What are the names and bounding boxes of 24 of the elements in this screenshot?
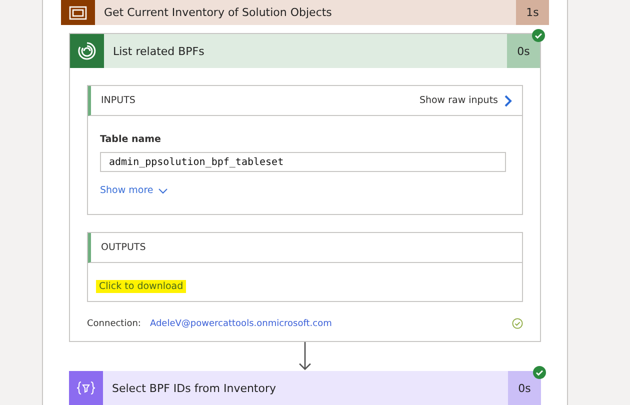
flow-arrow xyxy=(297,342,313,371)
show-more-link[interactable]: Show more xyxy=(100,185,510,196)
action-title: Select BPF IDs from Inventory xyxy=(111,380,278,396)
table-name-field: admin_ppsolution_bpf_tableset xyxy=(100,152,506,172)
action-header[interactable]: Get Current Inventory of Solution Objects 1s xyxy=(61,0,549,25)
action-title: List related BPFs xyxy=(112,44,206,60)
swirl-icon xyxy=(77,41,97,61)
connection-label: Connection: xyxy=(87,318,141,328)
section-heading: INPUTS xyxy=(101,95,136,106)
braces-icon xyxy=(76,381,96,395)
chevron-right-icon xyxy=(504,94,512,106)
download-link[interactable]: Click to download xyxy=(96,280,186,293)
duration-label: 0s xyxy=(507,34,540,68)
duration-label: 0s xyxy=(508,371,541,405)
action-title: Get Current Inventory of Solution Objects xyxy=(103,5,333,21)
section-heading: OUTPUTS xyxy=(101,242,146,253)
chevron-down-icon xyxy=(158,188,168,194)
connection-account-link[interactable]: AdeleV@powercattools.onmicrosoft.com xyxy=(150,318,503,328)
duration-label: 1s xyxy=(516,0,549,25)
field-label: Table name xyxy=(100,134,162,145)
action-header[interactable]: List related BPFs 0s xyxy=(70,34,540,68)
show-raw-inputs-link[interactable]: Show raw inputs xyxy=(419,94,512,106)
scope-icon xyxy=(69,6,87,20)
action-header[interactable]: Select BPF IDs from Inventory 0s xyxy=(69,371,541,405)
